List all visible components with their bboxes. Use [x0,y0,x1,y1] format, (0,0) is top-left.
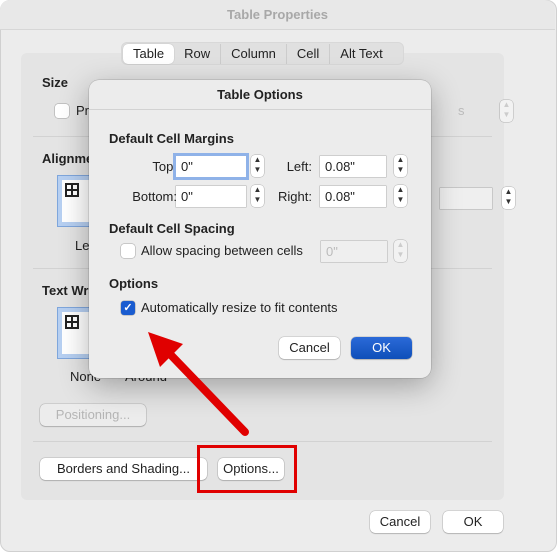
arrow-shaft [164,348,249,436]
annotation-arrow [148,332,249,436]
